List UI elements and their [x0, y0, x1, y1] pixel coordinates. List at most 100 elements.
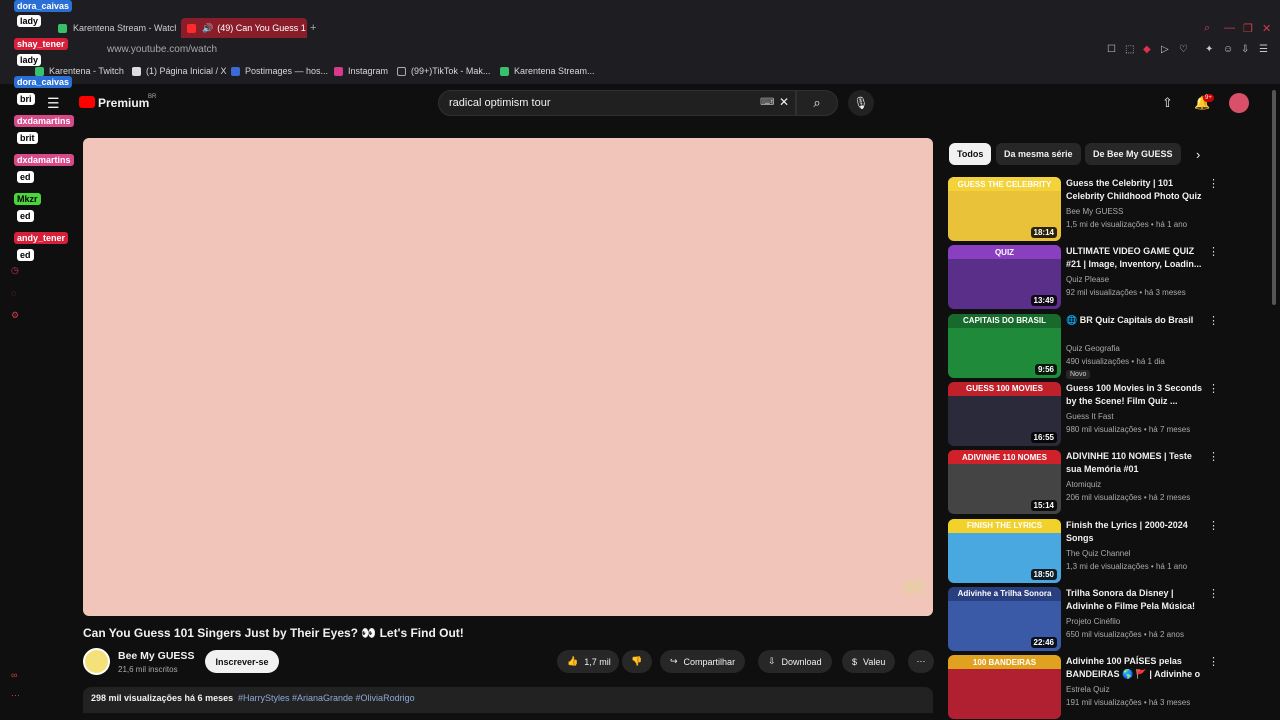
bookmark-item[interactable]: Karentena Stream... [500, 66, 595, 76]
tab-youtube-active[interactable]: 🔊 (49) Can You Guess 1 [181, 18, 307, 38]
heart-icon[interactable]: ♡ [1179, 44, 1188, 55]
hashtags[interactable]: #HarryStyles #ArianaGrande #OliviaRodrig… [238, 693, 415, 703]
video-title[interactable]: Adivinhe 100 PAÍSES pelas BANDEIRAS 🌎 🚩 … [1066, 655, 1208, 681]
video-thumbnail[interactable]: FINISH THE LYRICS 18:50 [948, 518, 1061, 583]
play-icon[interactable]: ▷ [1161, 44, 1169, 55]
channel-name[interactable]: Quiz Geografia [1066, 344, 1120, 353]
user-avatar[interactable] [1229, 93, 1249, 113]
screenshot-icon[interactable]: ⬚ [1125, 44, 1134, 55]
tab-karentena[interactable]: Karentena Stream - Watch [52, 18, 176, 38]
page-scrollbar[interactable] [1272, 90, 1276, 305]
more-options-icon[interactable]: ⋮ [1208, 177, 1219, 190]
video-thumbnail[interactable]: 100 BANDEIRAS [948, 655, 1061, 720]
video-thumbnail[interactable]: CAPITAIS DO BRASIL 9:56 [948, 313, 1061, 378]
hamburger-menu-icon[interactable]: ☰ [47, 95, 60, 112]
more-options-icon[interactable]: ⋮ [1208, 450, 1219, 463]
channel-name[interactable]: Estrela Quiz [1066, 685, 1110, 694]
video-meta: 92 mil visualizações • há 3 meses [1066, 288, 1186, 298]
subscribe-button[interactable]: Inscrever-se [205, 650, 279, 673]
recommended-video[interactable]: QUIZ 13:49 ULTIMATE VIDEO GAME QUIZ #21 | … [948, 245, 1219, 310]
search-button[interactable]: ⌕ [796, 90, 838, 116]
video-title[interactable]: ADIVINHE 110 NOMES | Teste sua Memória #… [1066, 450, 1208, 476]
channel-name[interactable]: Projeto Cinéfilo [1066, 617, 1120, 626]
video-thumbnail[interactable]: GUESS THE CELEBRITY 18:14 [948, 177, 1061, 241]
share-button[interactable]: ↪ Compartilhar [660, 650, 746, 673]
youtube-icon [187, 23, 196, 33]
extensions-icon[interactable]: ✦ [1205, 44, 1213, 55]
recommended-video[interactable]: FINISH THE LYRICS 18:50 Finish the Lyrics … [948, 518, 1219, 583]
minimize-icon[interactable]: — [1224, 22, 1235, 34]
account-icon[interactable]: ☺ [1223, 44, 1233, 55]
keyboard-icon[interactable]: ⌨ [760, 97, 774, 108]
more-options-icon[interactable]: ⋮ [1208, 519, 1219, 532]
channel-name[interactable]: Atomiquiz [1066, 480, 1101, 489]
channel-name[interactable]: Bee My GUESS [118, 650, 194, 662]
channel-name[interactable]: The Quiz Channel [1066, 549, 1130, 558]
chip-channel[interactable]: De Bee My GUESS [1085, 143, 1181, 165]
download-button[interactable]: ⇩ Download [758, 650, 832, 673]
recommended-video[interactable]: 100 BANDEIRAS Adivinhe 100 PAÍSES pelas B… [948, 655, 1219, 720]
video-thumbnail[interactable]: GUESS 100 MOVIES 16:55 [948, 381, 1061, 446]
chip-all[interactable]: Todos [949, 143, 992, 165]
corner-icon[interactable]: ∞ [11, 670, 17, 680]
history-icon[interactable]: ◷ [11, 265, 19, 276]
chevron-right-icon[interactable]: › [1196, 147, 1200, 162]
more-dots-icon[interactable]: ⋯ [11, 690, 20, 701]
chat-icon[interactable]: ◌ [11, 288, 16, 298]
recommended-video[interactable]: GUESS 100 MOVIES 16:55 Guess 100 Movies in… [948, 381, 1219, 446]
video-player[interactable] [83, 138, 933, 616]
video-title[interactable]: Finish the Lyrics | 2000-2024 Songs [1066, 519, 1208, 545]
bookmark-icon[interactable]: ☐ [1107, 44, 1116, 55]
video-thumbnail[interactable]: QUIZ 13:49 [948, 245, 1061, 310]
recommended-video[interactable]: GUESS THE CELEBRITY 18:14 Guess the Celebr… [948, 177, 1219, 241]
recommended-video[interactable]: CAPITAIS DO BRASIL 9:56 🌐 BR Quiz Capitais… [948, 313, 1219, 379]
video-title[interactable]: ULTIMATE VIDEO GAME QUIZ #21 | Image, In… [1066, 245, 1208, 271]
thanks-button[interactable]: $ Valeu [842, 650, 896, 673]
channel-name[interactable]: Quiz Please [1066, 275, 1109, 284]
pocket-icon[interactable]: ◆ [1143, 44, 1151, 55]
video-meta: 191 mil visualizações • há 3 meses [1066, 698, 1191, 708]
channel-avatar[interactable] [83, 648, 110, 675]
restore-icon[interactable]: ❐ [1243, 22, 1253, 35]
new-tab-button[interactable]: + [310, 22, 316, 34]
menu-icon[interactable]: ☰ [1259, 44, 1268, 55]
more-options-icon[interactable]: ⋮ [1208, 382, 1219, 395]
bookmark-item[interactable]: Postimages — hos... [231, 66, 328, 76]
settings-icon[interactable]: ⚙ [11, 310, 19, 321]
downloads-icon[interactable]: ⇩ [1241, 44, 1249, 55]
video-title[interactable]: Trilha Sonora da Disney | Adivinhe o Fil… [1066, 587, 1208, 613]
more-options-icon[interactable]: ⋮ [1208, 245, 1219, 258]
close-icon[interactable]: ✕ [1262, 22, 1271, 35]
more-options-icon[interactable]: ⋮ [1208, 587, 1219, 600]
bookmark-item[interactable]: Instagram [334, 66, 388, 76]
search-tabs-icon[interactable]: ⌕ [1204, 22, 1210, 35]
clear-search-icon[interactable]: ✕ [779, 95, 789, 109]
video-title[interactable]: 🌐 BR Quiz Capitais do Brasil [1066, 314, 1208, 327]
bookmark-item[interactable]: (1) Página Inicial / X [132, 66, 227, 76]
channel-name[interactable]: Guess It Fast [1066, 412, 1114, 421]
voice-search-button[interactable]: 🎙 [848, 90, 874, 116]
video-title[interactable]: Guess the Celebrity | 101 Celebrity Chil… [1066, 177, 1208, 203]
youtube-premium-logo[interactable]: Premium [98, 96, 149, 110]
dislike-button[interactable]: 👎 [622, 650, 652, 673]
more-actions-button[interactable]: ⋯ [908, 650, 934, 673]
bookmark-item[interactable]: Karentena - Twitch [35, 66, 124, 76]
channel-name[interactable]: Bee My GUESS [1066, 207, 1123, 216]
like-button[interactable]: 👍 1,7 mil [557, 650, 619, 673]
video-title[interactable]: Guess 100 Movies in 3 Seconds by the Sce… [1066, 382, 1208, 408]
address-bar[interactable]: www.youtube.com/watch [107, 44, 217, 55]
more-options-icon[interactable]: ⋮ [1208, 314, 1219, 327]
video-thumbnail[interactable]: ADIVINHE 110 NOMES 15:14 [948, 450, 1061, 515]
chip-same-series[interactable]: Da mesma série [996, 143, 1081, 165]
video-thumbnail[interactable]: Adivinhe a Trilha Sonora 22:46 [948, 586, 1061, 651]
recommended-video[interactable]: Adivinhe a Trilha Sonora 22:46 Trilha Sono… [948, 586, 1219, 651]
upload-icon[interactable]: ⇧ [1162, 95, 1173, 111]
recommended-video[interactable]: ADIVINHE 110 NOMES 15:14 ADIVINHE 110 NOME… [948, 450, 1219, 515]
speaker-icon[interactable]: 🔊 [202, 23, 213, 34]
youtube-logo-icon[interactable] [79, 96, 95, 108]
search-icon: ⌕ [813, 95, 821, 110]
duration-badge: 9:56 [1034, 363, 1057, 375]
region-label: BR [148, 94, 157, 100]
bookmark-item[interactable]: (99+)TikTok - Mak... [397, 66, 490, 76]
more-options-icon[interactable]: ⋮ [1208, 655, 1219, 668]
